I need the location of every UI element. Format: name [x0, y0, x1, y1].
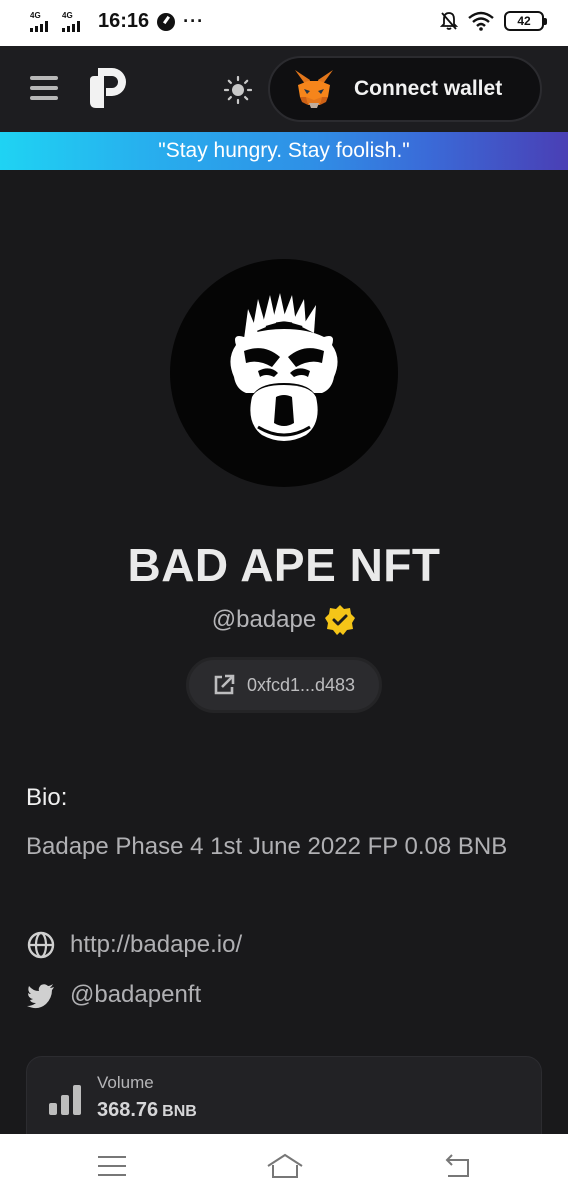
- recents-icon[interactable]: [96, 1152, 128, 1180]
- profile-handle: @badape: [211, 606, 317, 633]
- wallet-address-link[interactable]: 0xfcd1...d483: [186, 657, 382, 713]
- bio-text: Badape Phase 4 1st June 2022 FP 0.08 BNB: [26, 833, 508, 860]
- website-url: http://badape.io/: [70, 931, 243, 958]
- volume-unit: BNB: [162, 1103, 197, 1120]
- network-type-sim1: 4G: [30, 10, 41, 20]
- globe-icon: [27, 931, 55, 959]
- signal-icon-sim1: 4G: [30, 10, 54, 32]
- hamburger-icon[interactable]: [30, 76, 58, 100]
- wifi-icon: [468, 11, 494, 31]
- volume-value: 368.76 BNB: [97, 1099, 197, 1122]
- ape-logo-image: [230, 293, 338, 441]
- sun-icon[interactable]: [224, 76, 252, 104]
- network-type-sim2: 4G: [62, 10, 73, 20]
- verified-badge-icon: [325, 605, 356, 635]
- bio-heading: Bio:: [26, 784, 68, 811]
- app-header: Connect wallet: [0, 46, 568, 132]
- volume-label: Volume: [97, 1073, 154, 1092]
- external-link-icon: [214, 674, 235, 695]
- clock: 16:16: [98, 10, 150, 32]
- system-nav-bar: [0, 1134, 568, 1200]
- connect-wallet-button[interactable]: Connect wallet: [268, 56, 542, 122]
- quote-banner: "Stay hungry. Stay foolish.": [0, 132, 568, 170]
- bell-muted-icon: [440, 12, 458, 30]
- back-icon[interactable]: [442, 1152, 474, 1180]
- website-link[interactable]: http://badape.io/: [26, 930, 242, 960]
- bar-chart-icon: [49, 1085, 81, 1115]
- home-icon[interactable]: [266, 1152, 304, 1180]
- connect-wallet-label: Connect wallet: [354, 77, 503, 100]
- signal-icon-sim2: 4G: [62, 10, 86, 32]
- battery-indicator: 42: [504, 11, 547, 31]
- p-logo-icon[interactable]: [90, 68, 126, 108]
- twitter-handle: @badapenft: [70, 981, 202, 1008]
- battery-level: 42: [517, 14, 531, 28]
- banner-quote: "Stay hungry. Stay foolish.": [158, 139, 410, 162]
- twitter-link[interactable]: @badapenft: [26, 980, 201, 1010]
- metamask-fox-icon: [295, 70, 333, 108]
- more-notifications-icon: ···: [183, 11, 205, 31]
- profile-handle-row: @badape: [0, 604, 568, 636]
- profile-avatar: [170, 259, 398, 487]
- status-bar: 4G 4G 16:16 ··· 42: [0, 0, 568, 46]
- data-saver-icon: [157, 12, 176, 31]
- wallet-address: 0xfcd1...d483: [246, 674, 356, 695]
- volume-amount: 368.76: [97, 1099, 159, 1121]
- twitter-icon: [27, 984, 54, 1009]
- profile-name: BAD APE NFT: [127, 539, 441, 591]
